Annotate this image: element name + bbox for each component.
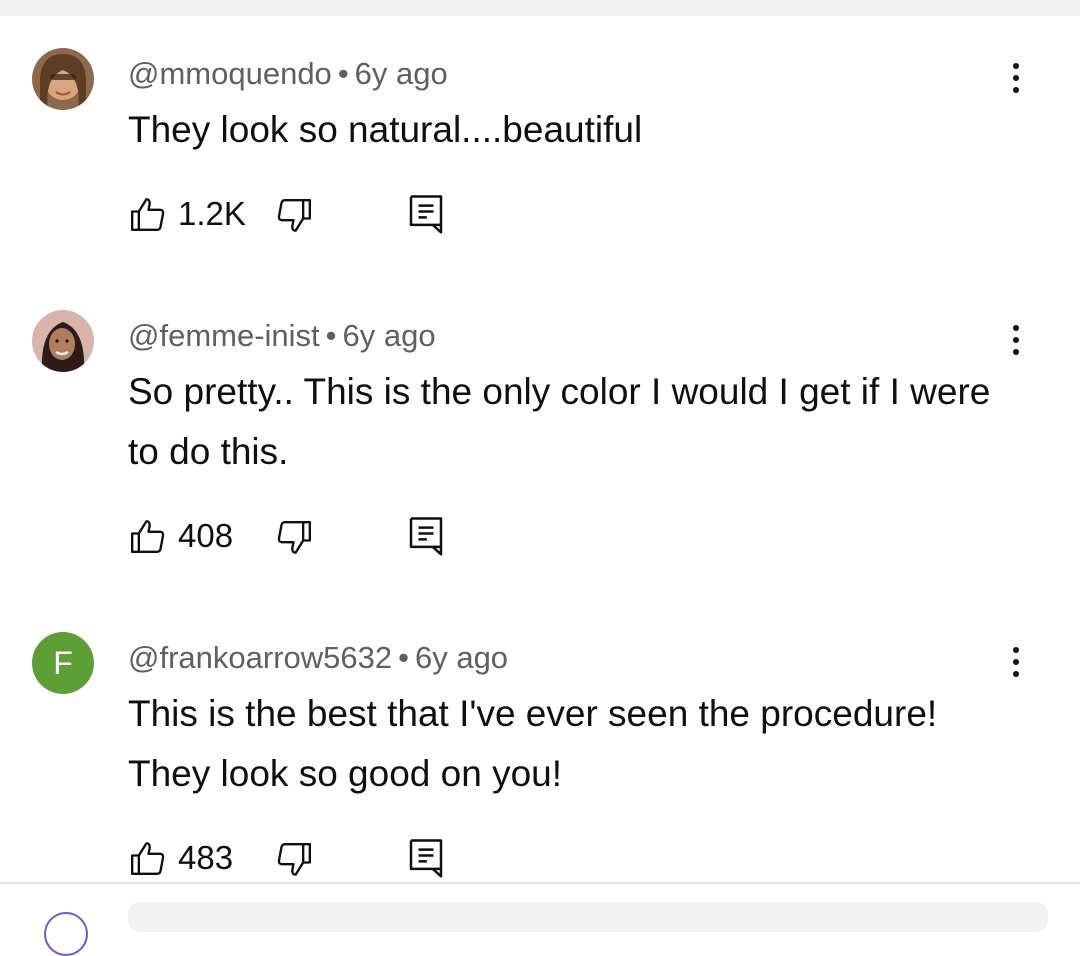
comment-actions: 1.2K: [128, 192, 548, 236]
meta-separator: •: [398, 640, 409, 675]
avatar-photo: [32, 310, 94, 372]
reply-icon[interactable]: [406, 514, 446, 558]
avatar[interactable]: [32, 310, 94, 372]
avatar[interactable]: [32, 48, 94, 110]
like-count: 483: [178, 839, 234, 876]
more-vert-icon[interactable]: [996, 642, 1036, 682]
thumb-up-icon[interactable]: [128, 516, 168, 556]
comment-time: 6y ago: [414, 640, 509, 675]
comment-time: 6y ago: [342, 318, 436, 353]
thumb-down-icon[interactable]: [274, 518, 314, 558]
comment-text: So pretty.. This is the only color I wou…: [128, 371, 991, 472]
comment-author[interactable]: @frankoarrow5632: [128, 640, 392, 675]
comment-text: They look so natural....beautiful: [128, 109, 643, 150]
thumb-down-icon[interactable]: [274, 196, 314, 236]
meta-separator: •: [337, 56, 349, 91]
reply-icon[interactable]: [406, 836, 446, 880]
avatar-photo: [32, 48, 94, 110]
comment-author[interactable]: @mmoquendo: [128, 56, 332, 91]
add-comment-input[interactable]: [128, 902, 1048, 932]
reply-icon[interactable]: [406, 192, 446, 236]
more-vert-icon[interactable]: [996, 58, 1036, 98]
thumb-up-icon[interactable]: [128, 194, 168, 234]
meta-separator: •: [325, 318, 337, 353]
thumb-up-icon[interactable]: [128, 838, 168, 878]
user-avatar: [44, 912, 88, 956]
more-vert-icon[interactable]: [996, 320, 1036, 360]
comment-meta: @frankoarrow5632 • 6y ago: [128, 640, 508, 676]
comment-actions: 408: [128, 514, 548, 558]
comment-meta: @mmoquendo • 6y ago: [128, 56, 448, 92]
comment-time: 6y ago: [354, 56, 448, 91]
thumb-down-icon[interactable]: [274, 840, 314, 880]
avatar[interactable]: F: [32, 632, 94, 694]
like-count: 1.2K: [178, 195, 246, 232]
like-count: 408: [178, 517, 234, 554]
comment-author[interactable]: @femme-inist: [128, 318, 320, 353]
divider: [0, 882, 1080, 884]
comment-text: This is the best that I've ever seen the…: [128, 693, 938, 794]
comment-meta: @femme-inist • 6y ago: [128, 318, 436, 354]
top-strip: [0, 0, 1080, 16]
comment-actions: 483: [128, 836, 548, 880]
avatar-letter: F: [53, 644, 73, 681]
